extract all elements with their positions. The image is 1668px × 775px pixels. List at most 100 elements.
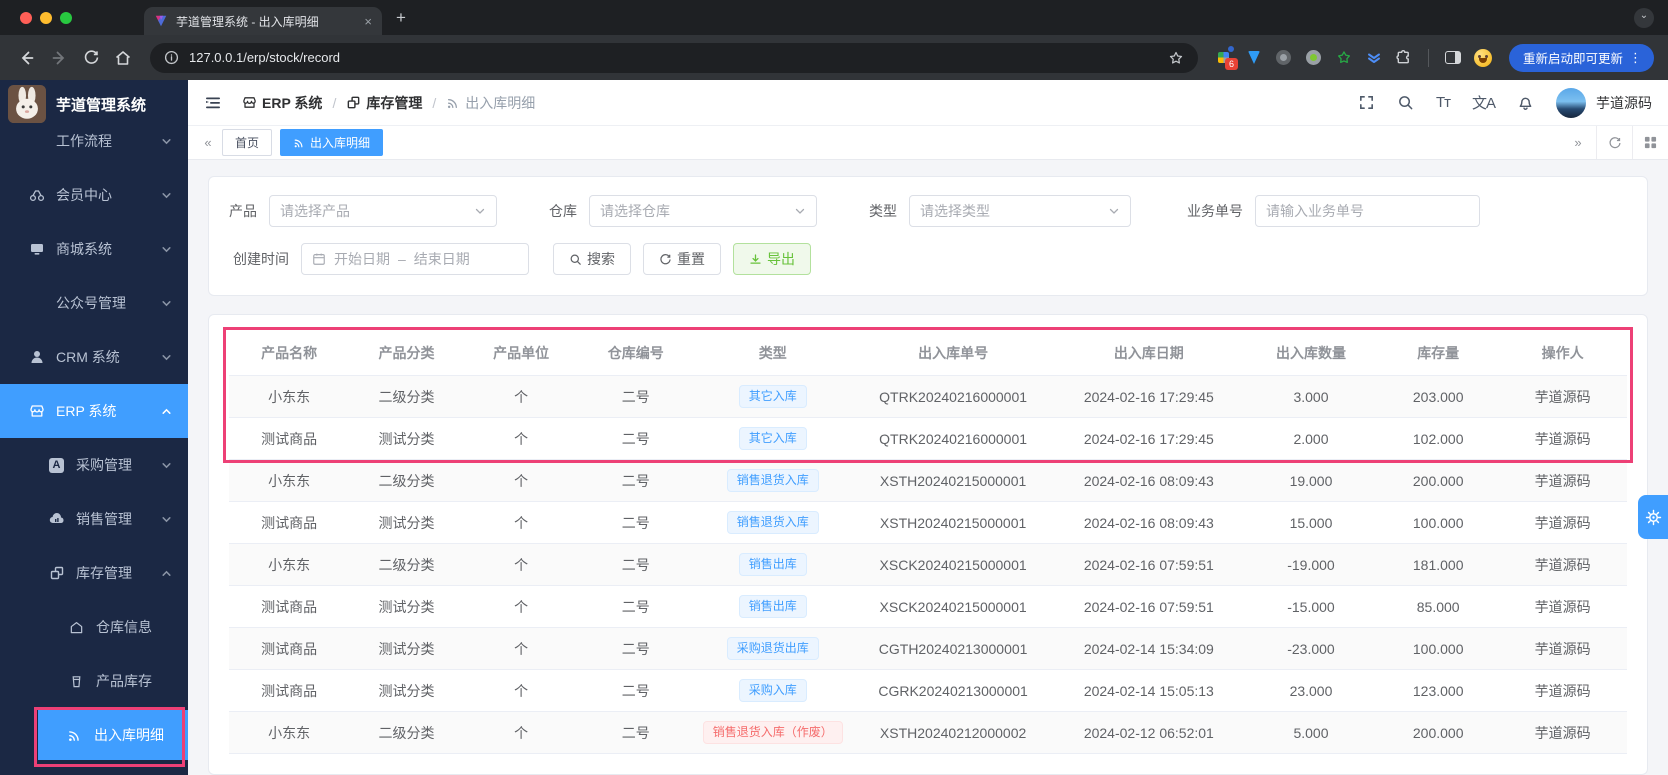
browser-tab[interactable]: 芋道管理系统 - 出入库明细 [144, 7, 382, 35]
cell-date: 2024-02-16 07:59:51 [1053, 585, 1244, 628]
chevron-down-icon [161, 190, 172, 201]
sidebar-item-mall[interactable]: 商城系统 [0, 222, 188, 276]
tag-tab-stock-record[interactable]: 出入库明细 [280, 129, 384, 156]
relaunch-to-update-button[interactable]: 重新启动即可更新 [1508, 43, 1654, 72]
cell-product-unit: 个 [463, 459, 579, 502]
sidebar-item-mp[interactable]: 公众号管理 [0, 276, 188, 330]
signal-icon [66, 727, 83, 744]
close-window-button[interactable] [20, 11, 32, 24]
reset-button[interactable]: 重置 [643, 243, 721, 275]
sidebar-item-stock[interactable]: 库存管理 [0, 546, 188, 600]
tab-title: 芋道管理系统 - 出入库明细 [176, 14, 319, 29]
tags-scroll-right-icon[interactable] [1560, 126, 1596, 159]
refresh-page-icon[interactable] [1596, 126, 1632, 159]
extensions-puzzle-icon[interactable] [1392, 46, 1416, 70]
cell-product-name: 测试商品 [229, 501, 350, 544]
bizno-input[interactable] [1255, 195, 1480, 227]
cell-product-category: 二级分类 [349, 711, 464, 754]
sidebar-item-product-stock[interactable]: 产品库存 [0, 654, 188, 708]
locale-icon[interactable]: 文A [1472, 92, 1496, 113]
person-icon [28, 349, 45, 366]
cell-product-name: 小东东 [229, 459, 350, 502]
cell-quantity: 2.000 [1243, 417, 1379, 460]
cell-date: 2024-02-16 17:29:45 [1053, 417, 1244, 460]
breadcrumb-stock[interactable]: 库存管理 [346, 93, 422, 113]
sidebar-item-label: 库存管理 [76, 565, 132, 581]
table-row: 小东东 二级分类 个 二号 其它入库 QTRK20240216000001 20… [229, 375, 1627, 418]
tab-close-icon[interactable] [364, 14, 372, 29]
table-body: 小东东 二级分类 个 二号 其它入库 QTRK20240216000001 20… [229, 375, 1627, 754]
sidebar-item-purchase[interactable]: 采购管理 [0, 438, 188, 492]
sidebar-item-label: CRM 系统 [56, 349, 120, 365]
date-range-input[interactable]: 开始日期 – 结束日期 [301, 243, 529, 275]
cell-product-category: 测试分类 [349, 669, 464, 712]
tag-tab-home[interactable]: 首页 [222, 129, 273, 156]
zoom-window-button[interactable] [60, 11, 72, 24]
export-button[interactable]: 导出 [733, 243, 811, 275]
sidebar-item-label: 公众号管理 [56, 295, 126, 311]
new-tab-button[interactable] [396, 8, 406, 28]
warehouse-select[interactable]: 请选择仓库 [589, 195, 817, 227]
cell-warehouse: 二号 [578, 459, 694, 502]
sidebar-collapse-icon[interactable] [204, 94, 222, 112]
cell-quantity: -23.000 [1243, 627, 1379, 670]
theme-settings-button[interactable] [1638, 495, 1668, 539]
tags-scroll-left-icon[interactable] [194, 135, 222, 150]
cell-warehouse: 二号 [578, 375, 694, 418]
browser-menu-icon[interactable] [1623, 50, 1648, 66]
font-size-icon[interactable]: Tт [1436, 94, 1451, 111]
chevron-down-icon [161, 352, 172, 363]
extension-star-icon[interactable] [1332, 46, 1356, 70]
sidebar-item-label: 产品库存 [96, 673, 152, 689]
extension-kite-icon[interactable] [1242, 46, 1266, 70]
cell-product-unit: 个 [463, 375, 579, 418]
address-bar[interactable]: 127.0.0.1/erp/stock/record [150, 42, 1198, 73]
sidebar-item-crm[interactable]: CRM 系统 [0, 330, 188, 384]
cell-order-no: QTRK20240216000001 [852, 417, 1054, 460]
back-button[interactable] [14, 45, 40, 71]
notification-bell-icon[interactable] [1517, 94, 1534, 111]
product-select[interactable]: 请选择产品 [269, 195, 497, 227]
table-header: 产品名称 产品分类 产品单位 仓库编号 类型 出入库单号 出入库日期 出入库数量… [229, 331, 1627, 376]
tab-search-icon[interactable] [1634, 7, 1654, 28]
home-button[interactable] [110, 45, 136, 71]
reload-button[interactable] [78, 45, 104, 71]
table-row: 小东东 二级分类 个 二号 销售退货入库 XSTH20240215000001 … [229, 459, 1627, 502]
profile-avatar-icon[interactable] [1471, 46, 1495, 70]
sidebar-item-sales[interactable]: 销售管理 [0, 492, 188, 546]
extension-recorder-icon[interactable] [1302, 46, 1326, 70]
stock-boxes-icon [48, 565, 65, 582]
cell-operator: 芋道源码 [1498, 543, 1627, 586]
cell-product-category: 二级分类 [349, 459, 464, 502]
cell-operator: 芋道源码 [1498, 627, 1627, 670]
filter-create-time: 创建时间 开始日期 – 结束日期 [229, 243, 529, 275]
search-button[interactable]: 搜索 [553, 243, 631, 275]
sidebar-item-stock-record[interactable]: 出入库明细 [38, 710, 188, 760]
layout-grid-icon[interactable] [1632, 126, 1668, 159]
minimize-window-button[interactable] [40, 11, 52, 24]
side-panel-icon[interactable] [1441, 46, 1465, 70]
house-icon [68, 619, 85, 636]
toolbar-divider [1427, 48, 1429, 67]
breadcrumb-erp[interactable]: ERP 系统 [242, 93, 322, 113]
site-info-icon[interactable] [164, 50, 179, 65]
cell-stock: 100.000 [1378, 627, 1499, 670]
fullscreen-icon[interactable] [1358, 94, 1375, 111]
bookmark-star-icon[interactable] [1168, 50, 1184, 66]
user-avatar[interactable] [1556, 87, 1586, 118]
cell-date: 2024-02-14 15:05:13 [1053, 669, 1244, 712]
type-select[interactable]: 请选择类型 [909, 195, 1131, 227]
chevron-down-icon [474, 205, 486, 217]
search-icon[interactable] [1397, 94, 1414, 111]
cell-product-category: 二级分类 [349, 375, 464, 418]
filter-card: 产品 请选择产品 仓库 请选择仓库 类型 请选择类型 业务单号 请输入业务单号 … [208, 176, 1648, 296]
extension-chevrons-icon[interactable] [1362, 46, 1386, 70]
create-time-label: 创建时间 [233, 251, 289, 267]
chevron-down-icon [794, 205, 806, 217]
sidebar-item-erp[interactable]: ERP 系统 [0, 384, 188, 438]
sidebar-item-member[interactable]: 会员中心 [0, 168, 188, 222]
extension-wheel-icon[interactable] [1272, 46, 1296, 70]
forward-button[interactable] [46, 45, 72, 71]
extension-workspace-icon[interactable]: 6 [1212, 45, 1238, 70]
sidebar-item-warehouse[interactable]: 仓库信息 [0, 600, 188, 654]
